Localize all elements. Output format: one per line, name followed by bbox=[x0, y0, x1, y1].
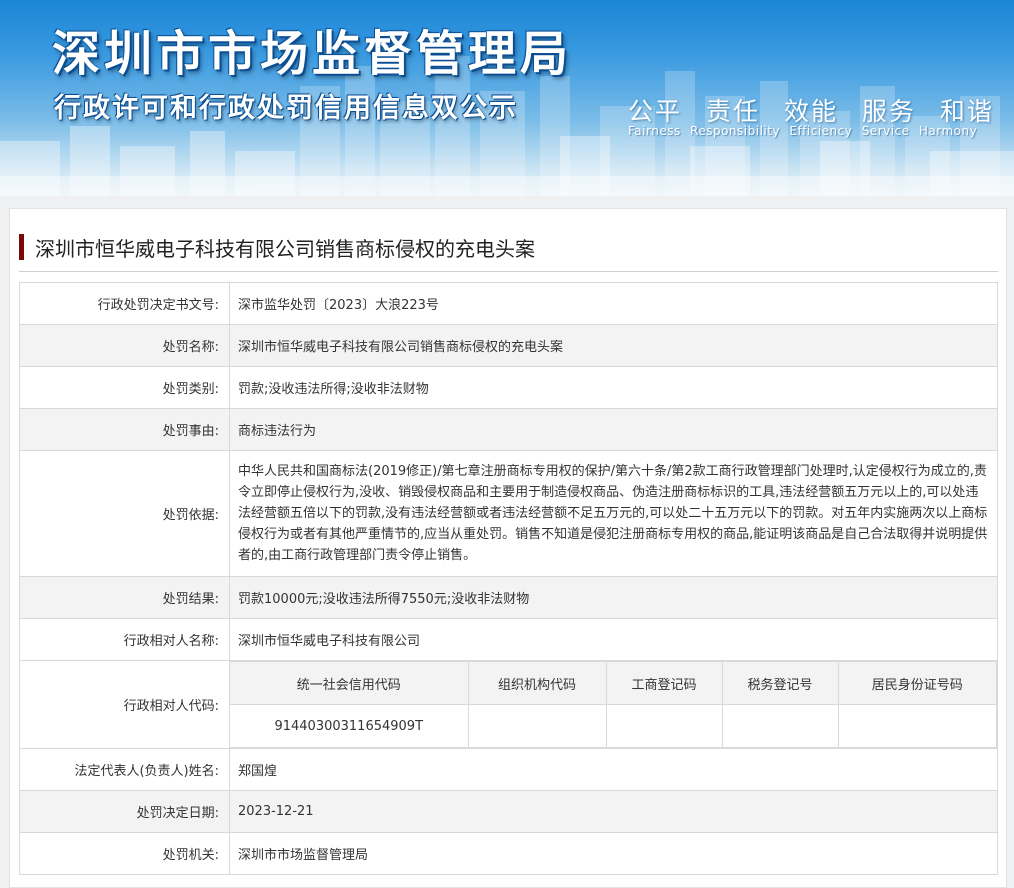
code-header: 工商登记码 bbox=[605, 661, 723, 705]
table-row: 处罚依据: 中华人民共和国商标法(2019修正)/第七章注册商标专用权的保护/第… bbox=[19, 450, 998, 577]
slogan-en-item: Responsibility bbox=[690, 124, 781, 138]
table-row: 行政相对人代码: 统一社会信用代码 组织机构代码 工商登记码 税务登记号 居民身… bbox=[19, 660, 998, 749]
content-panel: 深圳市恒华威电子科技有限公司销售商标侵权的充电头案 行政处罚决定书文号: 深市监… bbox=[9, 208, 1007, 888]
field-label: 行政相对人名称: bbox=[19, 618, 230, 661]
party-name: 深圳市恒华威电子科技有限公司 bbox=[229, 618, 998, 661]
field-label: 法定代表人(负责人)姓名: bbox=[19, 748, 230, 791]
table-row: 处罚机关: 深圳市市场监督管理局 bbox=[19, 832, 998, 875]
penalty-name: 深圳市恒华威电子科技有限公司销售商标侵权的充电头案 bbox=[229, 324, 998, 367]
slogan-en-item: Harmony bbox=[918, 124, 978, 138]
field-label: 行政处罚决定书文号: bbox=[19, 282, 230, 325]
table-row: 行政相对人名称: 深圳市恒华威电子科技有限公司 bbox=[19, 618, 998, 661]
legal-representative: 郑国煌 bbox=[229, 748, 998, 791]
slogan-cn-item: 公平 bbox=[628, 97, 683, 126]
field-label: 处罚结果: bbox=[19, 576, 230, 619]
header-banner: 深圳市市场监督管理局 行政许可和行政处罚信用信息双公示 公平 责任 效能 服务 … bbox=[0, 0, 1014, 196]
decision-number: 深市监华处罚〔2023〕大浪223号 bbox=[229, 282, 998, 325]
table-row: 处罚事由: 商标违法行为 bbox=[19, 408, 998, 451]
decision-date: 2023-12-21 bbox=[229, 790, 998, 833]
field-label: 处罚名称: bbox=[19, 324, 230, 367]
slogan-en-item: Service bbox=[861, 124, 910, 138]
case-title: 深圳市恒华威电子科技有限公司销售商标侵权的充电头案 bbox=[35, 236, 535, 261]
field-label: 处罚机关: bbox=[19, 832, 230, 875]
penalty-basis: 中华人民共和国商标法(2019修正)/第七章注册商标专用权的保护/第六十条/第2… bbox=[229, 450, 998, 577]
table-row: 行政处罚决定书文号: 深市监华处罚〔2023〕大浪223号 bbox=[19, 282, 998, 325]
org-code bbox=[467, 704, 607, 748]
penalty-info-table: 行政处罚决定书文号: 深市监华处罚〔2023〕大浪223号 处罚名称: 深圳市恒… bbox=[19, 282, 998, 875]
party-code-table: 统一社会信用代码 组织机构代码 工商登记码 税务登记号 居民身份证号码 9144… bbox=[230, 661, 997, 748]
penalty-result: 罚款10000元;没收违法所得7550元;没收非法财物 bbox=[229, 576, 998, 619]
table-row: 处罚名称: 深圳市恒华威电子科技有限公司销售商标侵权的充电头案 bbox=[19, 324, 998, 367]
slogan-cn-item: 效能 bbox=[783, 97, 838, 126]
penalty-type: 罚款;没收违法所得;没收非法财物 bbox=[229, 366, 998, 409]
table-row: 法定代表人(负责人)姓名: 郑国煌 bbox=[19, 748, 998, 791]
bureau-subtitle: 行政许可和行政处罚信用信息双公示 bbox=[54, 93, 518, 124]
code-header: 组织机构代码 bbox=[467, 661, 607, 705]
divider bbox=[19, 271, 998, 272]
slogan-chinese: 公平 责任 效能 服务 和谐 bbox=[628, 92, 1008, 128]
case-heading: 深圳市恒华威电子科技有限公司销售商标侵权的充电头案 bbox=[19, 233, 535, 261]
code-value-row: 91440300311654909T bbox=[230, 704, 997, 748]
heading-accent-bar bbox=[19, 234, 24, 260]
code-header: 税务登记号 bbox=[721, 661, 839, 705]
party-code-cell: 统一社会信用代码 组织机构代码 工商登记码 税务登记号 居民身份证号码 9144… bbox=[229, 660, 998, 749]
code-header: 居民身份证号码 bbox=[837, 661, 997, 705]
field-label: 处罚类别: bbox=[19, 366, 230, 409]
slogan-cn-item: 服务 bbox=[861, 97, 916, 126]
slogan-cn-item: 和谐 bbox=[939, 97, 994, 126]
slogan-en-item: Fairness bbox=[628, 124, 681, 138]
table-row: 处罚结果: 罚款10000元;没收违法所得7550元;没收非法财物 bbox=[19, 576, 998, 619]
table-row: 处罚决定日期: 2023-12-21 bbox=[19, 790, 998, 833]
bureau-title: 深圳市市场监督管理局 bbox=[52, 26, 573, 82]
penalty-reason: 商标违法行为 bbox=[229, 408, 998, 451]
field-label: 处罚决定日期: bbox=[19, 790, 230, 833]
slogan-cn-item: 责任 bbox=[705, 97, 760, 126]
business-reg-code bbox=[605, 704, 723, 748]
slogan-english: Fairness Responsibility Efficiency Servi… bbox=[628, 124, 982, 138]
table-row: 处罚类别: 罚款;没收违法所得;没收非法财物 bbox=[19, 366, 998, 409]
slogan-en-item: Efficiency bbox=[789, 124, 853, 138]
field-label: 处罚依据: bbox=[19, 450, 230, 577]
credit-code: 91440300311654909T bbox=[230, 704, 469, 748]
code-header: 统一社会信用代码 bbox=[230, 661, 469, 705]
code-header-row: 统一社会信用代码 组织机构代码 工商登记码 税务登记号 居民身份证号码 bbox=[230, 661, 997, 705]
field-label: 行政相对人代码: bbox=[19, 660, 230, 749]
tax-reg-number bbox=[721, 704, 839, 748]
id-card-number bbox=[837, 704, 997, 748]
field-label: 处罚事由: bbox=[19, 408, 230, 451]
penalty-authority: 深圳市市场监督管理局 bbox=[229, 832, 998, 875]
